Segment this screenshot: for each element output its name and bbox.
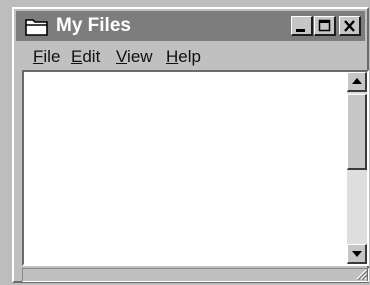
minimize-button[interactable] <box>291 16 313 36</box>
scroll-down-arrow-icon <box>352 251 362 257</box>
scroll-up-button[interactable] <box>347 72 367 92</box>
window-title: My Files <box>56 15 131 36</box>
close-button[interactable] <box>339 16 361 36</box>
menu-bar: File Edit View Help <box>16 43 365 69</box>
maximize-button[interactable] <box>314 16 336 36</box>
resize-grip-icon[interactable] <box>355 268 367 280</box>
status-bar <box>22 268 369 282</box>
scroll-thumb[interactable] <box>347 94 367 170</box>
file-list-content[interactable] <box>24 72 347 264</box>
scroll-down-button[interactable] <box>347 244 367 264</box>
folder-icon <box>25 17 49 36</box>
my-files-window: My Files File Edit View Help <box>12 7 369 283</box>
minimize-icon <box>296 29 305 32</box>
close-icon <box>344 20 355 32</box>
menu-file[interactable]: File <box>33 47 60 67</box>
menu-help[interactable]: Help <box>166 47 201 67</box>
menu-edit[interactable]: Edit <box>71 47 100 67</box>
file-list-pane[interactable] <box>22 70 369 266</box>
menu-view[interactable]: View <box>116 47 153 67</box>
scroll-up-arrow-icon <box>352 78 362 84</box>
maximize-icon <box>318 19 331 32</box>
title-bar[interactable]: My Files <box>16 11 365 41</box>
vertical-scrollbar[interactable] <box>347 72 367 264</box>
